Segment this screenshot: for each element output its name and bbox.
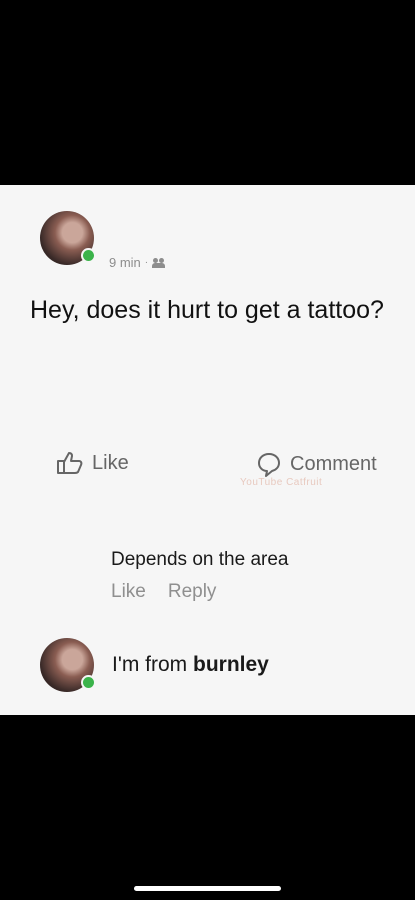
comment: Depends on the area Like Reply <box>111 549 288 603</box>
audience-icon[interactable] <box>152 257 166 268</box>
comment-reply-link[interactable]: Reply <box>168 581 217 603</box>
comment-button[interactable]: Comment <box>256 451 377 477</box>
reply-prefix: I'm from <box>112 653 194 676</box>
like-button[interactable]: Like <box>56 451 129 475</box>
post-time[interactable]: 9 min <box>109 255 141 270</box>
comment-label: Comment <box>290 452 377 475</box>
post-text: Hey, does it hurt to get a tattoo? <box>30 296 384 324</box>
post-author-avatar[interactable] <box>40 211 96 265</box>
meta-separator: · <box>144 257 149 268</box>
thumbs-up-icon <box>57 452 83 474</box>
post-actions: Like Comment <box>0 451 415 487</box>
watermark: YouTube Catfruit <box>240 477 323 488</box>
comment-text: Depends on the area <box>111 549 289 570</box>
like-label: Like <box>92 451 129 474</box>
screenshot-card: 9 min · Hey, does it hurt to get a tatto… <box>0 185 415 715</box>
online-indicator <box>81 675 96 690</box>
comment-actions: Like Reply <box>111 581 288 603</box>
home-indicator[interactable] <box>134 886 281 891</box>
reply-bold-word: burnley <box>193 653 269 676</box>
reply-text: I'm from burnley <box>112 653 269 677</box>
comment-like-link[interactable]: Like <box>111 581 146 603</box>
post-meta: 9 min · <box>109 255 166 270</box>
online-indicator <box>81 248 96 263</box>
reply-author-avatar[interactable] <box>40 638 96 692</box>
comment-icon <box>258 453 280 477</box>
